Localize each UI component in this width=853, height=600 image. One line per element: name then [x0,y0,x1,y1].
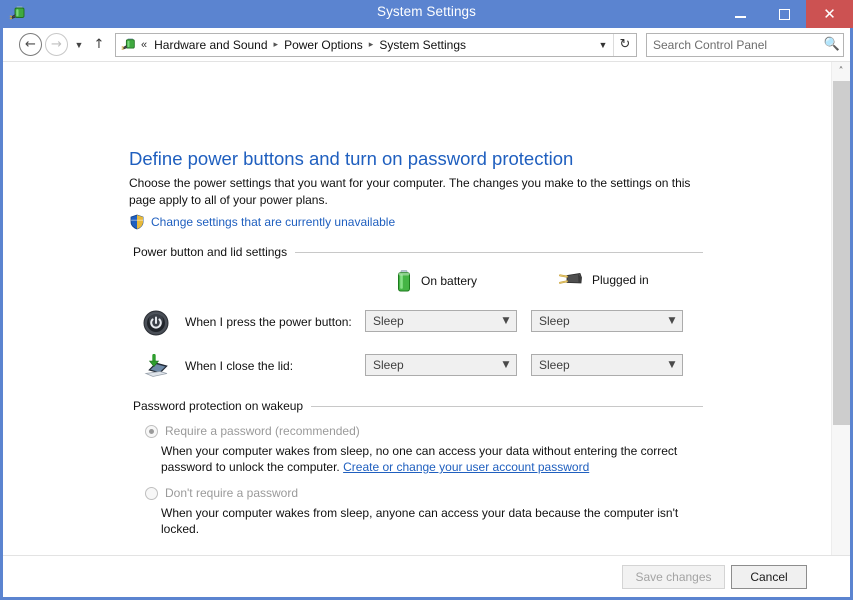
search-input[interactable] [647,37,821,52]
power-button-plugged-in-dropdown[interactable]: Sleep ▼ [531,310,683,332]
dont-require-password-radio[interactable] [145,487,158,500]
close-icon: ✕ [823,4,836,23]
create-change-password-link[interactable]: Create or change your user account passw… [343,460,589,474]
cancel-button[interactable]: Cancel [731,565,807,589]
lid-plugged-in-dropdown[interactable]: Sleep ▼ [531,354,683,376]
lid-plugged-in-value: Sleep [539,358,570,372]
breadcrumb-item-hardware-and-sound[interactable]: Hardware and Sound [152,38,269,52]
forward-arrow-icon: → [51,37,62,52]
password-group-header: Password protection on wakeup [133,399,703,413]
group-divider [295,251,703,253]
address-bar: ← → ▼ ↑ « Hardware and Sound ▸ Power Opt… [3,28,850,61]
require-password-description: When your computer wakes from sleep, no … [161,443,701,475]
system-settings-window: System Settings ✕ ← → ▼ ↑ « Hardware and… [0,0,853,600]
power-button-setting-label: When I press the power button: [185,315,352,329]
column-on-battery: On battery [395,270,477,292]
forward-button[interactable]: → [45,33,68,56]
chevron-down-icon: ▼ [502,316,510,326]
laptop-lid-icon [143,353,169,380]
chevron-down-icon: ▼ [74,39,84,50]
chevron-down-icon: ▼ [668,316,676,326]
maximize-icon [778,8,790,20]
password-group-label: Password protection on wakeup [133,399,304,413]
group-divider [311,405,703,407]
breadcrumb-power-options-icon [121,37,137,53]
power-button-on-battery-dropdown[interactable]: Sleep ▼ [365,310,517,332]
title-bar: System Settings ✕ [0,0,853,28]
search-icon: 🔍 [823,37,841,52]
power-button-plugged-in-value: Sleep [539,314,570,328]
column-label-on-battery: On battery [421,274,478,288]
chevron-down-icon: ▼ [502,360,510,370]
column-plugged-in: Plugged in [558,270,649,290]
dont-require-password-description: When your computer wakes from sleep, any… [161,506,679,536]
scrollbar-thumb[interactable] [833,81,850,425]
column-label-plugged-in: Plugged in [592,273,649,287]
content-pane: Define power buttons and turn on passwor… [3,61,850,580]
settings-content: Define power buttons and turn on passwor… [3,62,831,580]
chevron-up-icon: ˄ [838,65,844,77]
back-arrow-icon: ← [25,37,36,52]
chevron-down-icon: ▼ [668,360,676,370]
uac-shield-icon [129,214,145,230]
require-password-label: Require a password (recommended) [165,424,360,438]
breadcrumb-separator-icon[interactable]: ▸ [369,40,374,50]
power-settings-group-header: Power button and lid settings [133,245,703,259]
dont-require-password-label: Don't require a password [165,486,299,500]
close-button[interactable]: ✕ [806,0,853,28]
vertical-scrollbar[interactable]: ˄ ˅ [831,62,850,580]
minimize-button[interactable] [718,0,762,28]
scroll-up-button[interactable]: ˄ [832,62,850,80]
battery-icon [395,270,413,292]
power-column-headers: On battery Plugged in [133,268,703,294]
lid-setting-row: When I close the lid: Sleep ▼ Sleep ▼ [143,353,703,384]
power-button-on-battery-value: Sleep [373,314,404,328]
save-changes-button[interactable]: Save changes [622,565,725,589]
power-button-icon [143,310,169,336]
page-title: Define power buttons and turn on passwor… [129,148,574,169]
window-controls: ✕ [718,0,853,28]
minimize-icon [734,16,746,18]
change-settings-row[interactable]: Change settings that are currently unava… [129,214,395,230]
recent-locations-button[interactable]: ▼ [71,33,87,56]
power-plug-icon [558,270,584,290]
breadcrumb-dropdown-icon[interactable]: ▼ [593,40,613,50]
page-description: Choose the power settings that you want … [129,176,691,207]
lid-on-battery-value: Sleep [373,358,404,372]
up-level-button[interactable]: ↑ [89,33,109,56]
require-password-radio[interactable] [145,425,158,438]
breadcrumb-item-system-settings[interactable]: System Settings [377,38,468,52]
refresh-icon[interactable]: ↻ [614,37,636,52]
change-settings-link[interactable]: Change settings that are currently unava… [151,215,395,229]
breadcrumb-overflow-icon[interactable]: « [141,39,147,51]
search-box[interactable]: 🔍 [646,32,844,57]
dialog-footer: Save changes Cancel [3,555,850,597]
breadcrumb-item-power-options[interactable]: Power Options [282,38,365,52]
power-button-setting-row: When I press the power button: Sleep ▼ S… [143,310,703,340]
back-button[interactable]: ← [19,33,42,56]
power-settings-group-label: Power button and lid settings [133,245,288,259]
maximize-button[interactable] [762,0,806,28]
breadcrumb[interactable]: « Hardware and Sound ▸ Power Options ▸ S… [115,32,637,57]
arrow-up-icon: ↑ [93,37,105,52]
lid-on-battery-dropdown[interactable]: Sleep ▼ [365,354,517,376]
breadcrumb-separator-icon[interactable]: ▸ [274,40,279,50]
lid-setting-label: When I close the lid: [185,359,294,373]
